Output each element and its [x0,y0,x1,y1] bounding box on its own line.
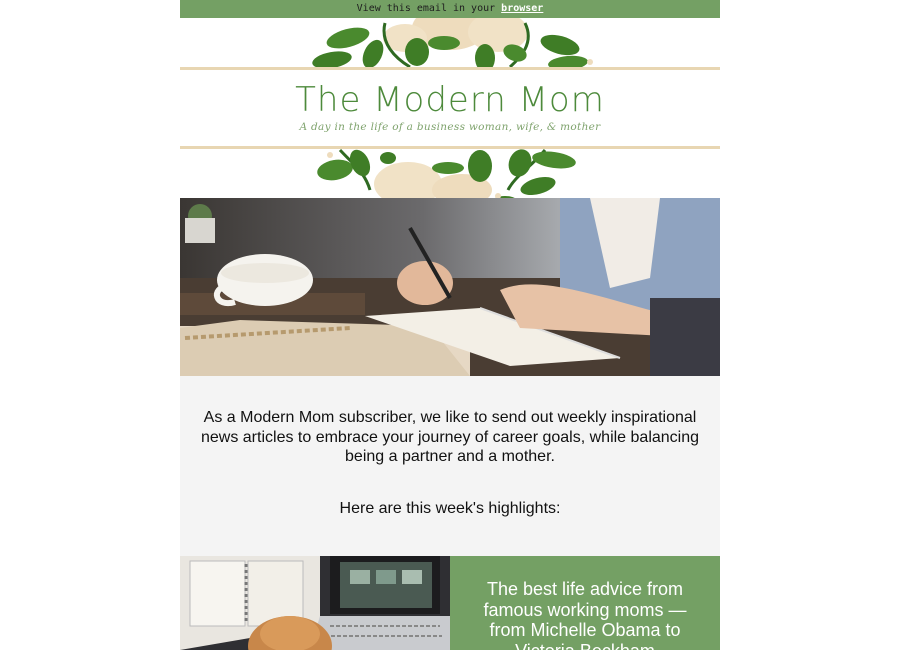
newsletter-header: The Modern Mom A day in the life of a bu… [180,18,720,198]
bottom-rule [180,146,720,149]
intro-paragraph: As a Modern Mom subscriber, we like to s… [200,409,700,465]
hero-image [180,198,720,376]
feature-article[interactable]: The best life advice from famous working… [180,556,720,650]
top-rule [180,67,720,70]
browser-link[interactable]: browser [501,3,543,14]
newsletter-title: The Modern Mom [295,80,605,120]
email-container: View this email in your browser The Mode… [180,0,720,650]
newsletter-tagline: A day in the life of a business woman, w… [299,121,601,133]
feature-thumbnail[interactable] [180,556,450,650]
floral-bottom [317,148,576,198]
highlights-heading: Here are this week's highlights: [339,500,561,517]
intro-section: As a Modern Mom subscriber, we like to s… [180,376,720,556]
view-in-browser-bar: View this email in your browser [180,0,720,18]
feature-panel[interactable]: The best life advice from famous working… [450,556,720,650]
feature-headline[interactable]: The best life advice from famous working… [483,579,686,650]
view-in-browser-text: View this email in your [356,3,496,14]
